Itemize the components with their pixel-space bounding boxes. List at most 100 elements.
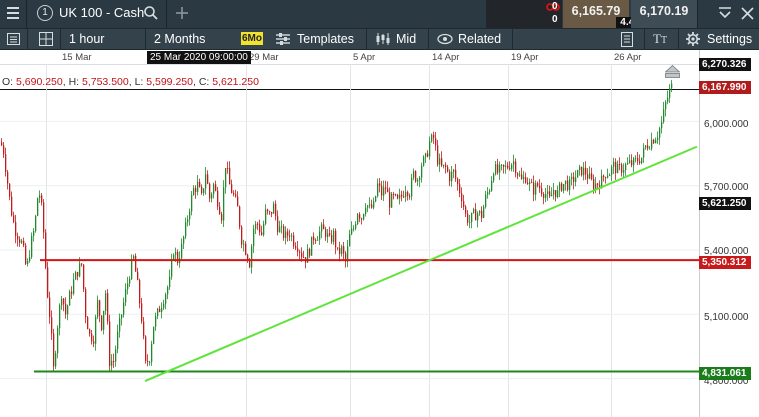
close-icon[interactable] xyxy=(741,7,754,20)
candle-body xyxy=(335,230,337,248)
candle-body xyxy=(585,167,587,175)
candle-body xyxy=(291,235,293,237)
candle-body xyxy=(67,305,69,315)
candle-body xyxy=(447,167,449,172)
candle-body xyxy=(375,196,377,202)
candle-body xyxy=(351,228,353,235)
candle-body xyxy=(407,192,409,196)
candle-body xyxy=(189,211,191,220)
candle-body xyxy=(7,172,9,184)
scroll-to-latest-icon[interactable] xyxy=(665,65,680,78)
candle-body xyxy=(583,167,585,176)
candle-body xyxy=(321,224,323,232)
candle-body xyxy=(31,235,33,258)
related-button[interactable]: Related xyxy=(458,29,501,49)
candle-body xyxy=(275,203,277,217)
candle-body xyxy=(401,194,403,197)
templates-button[interactable]: Templates xyxy=(297,29,354,49)
candle-body xyxy=(379,183,381,186)
candle-body xyxy=(507,165,509,168)
candle-body xyxy=(587,174,589,179)
support-line-badge: 4,831.061 xyxy=(699,367,751,380)
candle-body xyxy=(381,185,383,196)
table-icon[interactable] xyxy=(7,33,20,45)
candle-body xyxy=(87,317,89,330)
candle-body xyxy=(391,193,393,208)
candle-body xyxy=(341,246,343,255)
close-value: 5,621.250 xyxy=(212,76,259,88)
layout-grid-icon[interactable] xyxy=(39,32,53,46)
candle-body xyxy=(559,183,561,191)
candle-body xyxy=(449,171,451,182)
candle-body xyxy=(533,182,535,195)
range-badge[interactable]: 6Mo xyxy=(241,32,263,45)
candle-body xyxy=(537,183,539,186)
candle-body xyxy=(463,201,465,207)
x-tick-label: 5 Apr xyxy=(353,52,376,63)
candle-body xyxy=(545,194,547,198)
candle-body xyxy=(487,192,489,195)
candle-body xyxy=(119,318,121,332)
candle-body xyxy=(157,308,159,317)
text-size-icon[interactable]: TT xyxy=(653,31,667,49)
candle-body xyxy=(99,300,101,316)
price-chart[interactable] xyxy=(0,50,759,417)
candle-body xyxy=(475,209,477,221)
plus-icon[interactable] xyxy=(175,6,189,20)
candle-body xyxy=(237,196,239,207)
price-type-selector[interactable]: Mid xyxy=(396,29,416,49)
position-count-top: 0 xyxy=(552,1,558,12)
candle-body xyxy=(509,167,511,169)
range-selector[interactable]: 2 Months xyxy=(154,29,205,49)
chart-toolbar: 1 hour 2 Months 6Mo Templates Mid Relate… xyxy=(0,28,759,50)
chevron-down-icon[interactable] xyxy=(718,7,732,21)
instrument-name[interactable]: UK 100 - Cash xyxy=(59,3,144,23)
drawing-tools-icon[interactable] xyxy=(621,32,633,47)
candle-body xyxy=(131,259,133,279)
candle-body xyxy=(499,164,501,173)
candle-body xyxy=(355,224,357,229)
candle-body xyxy=(263,223,265,236)
interval-selector[interactable]: 1 hour xyxy=(69,29,104,49)
candle-body xyxy=(479,210,481,214)
candle-body xyxy=(89,329,91,334)
candle-body xyxy=(371,204,373,208)
candle-body xyxy=(75,272,77,280)
search-icon[interactable] xyxy=(143,5,159,21)
candle-body xyxy=(427,153,429,157)
candle-body xyxy=(109,321,111,366)
candle-body xyxy=(359,214,361,219)
candle-body xyxy=(567,180,569,190)
hamburger-icon[interactable] xyxy=(7,7,19,19)
candle-body xyxy=(541,188,543,195)
buy-price-button[interactable]: 6,170.19 xyxy=(631,0,697,28)
candle-body xyxy=(411,177,413,197)
open-label: O: xyxy=(2,76,14,88)
candle-body xyxy=(471,212,473,223)
candle-body xyxy=(503,164,505,167)
candle-body xyxy=(45,232,47,268)
candle-body xyxy=(435,137,437,146)
candle-body xyxy=(173,254,175,260)
candle-body xyxy=(223,187,225,221)
candle-body xyxy=(161,307,163,312)
candle-body xyxy=(225,168,227,188)
candle-body xyxy=(637,158,639,162)
candle-body xyxy=(495,164,497,175)
candle-body xyxy=(551,194,553,197)
candle-body xyxy=(143,321,145,337)
candle-body xyxy=(655,139,657,144)
gear-icon xyxy=(686,32,700,46)
templates-icon xyxy=(276,33,290,45)
candle-body xyxy=(295,246,297,249)
candle-body xyxy=(151,343,153,362)
candle-body xyxy=(97,300,99,318)
candle-body xyxy=(5,154,7,173)
settings-button[interactable]: Settings xyxy=(707,29,752,49)
candle-body xyxy=(25,245,27,264)
candle-body xyxy=(621,164,623,173)
candle-body xyxy=(527,182,529,185)
candle-body xyxy=(123,302,125,315)
candle-body xyxy=(39,195,41,199)
candle-body xyxy=(167,287,169,295)
